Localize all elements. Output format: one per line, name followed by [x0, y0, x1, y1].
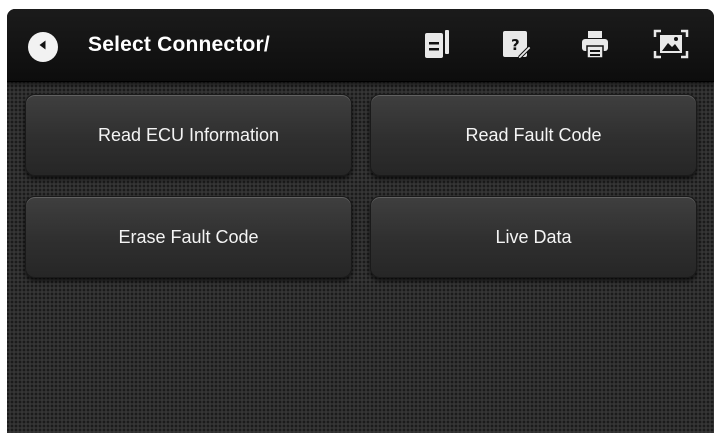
help-icon: ?: [500, 28, 532, 65]
button-label: Read Fault Code: [465, 124, 602, 145]
read-ecu-information-button[interactable]: Read ECU Information: [25, 94, 352, 176]
live-data-button[interactable]: Live Data: [370, 196, 697, 278]
print-button[interactable]: [577, 28, 613, 64]
button-label: Erase Fault Code: [118, 226, 259, 247]
read-fault-code-button[interactable]: Read Fault Code: [370, 94, 697, 176]
erase-fault-code-button[interactable]: Erase Fault Code: [25, 196, 352, 278]
svg-text:?: ?: [511, 36, 520, 54]
document-icon: [422, 28, 452, 65]
header-bar: Select Connector/ ?: [7, 9, 714, 82]
print-icon: [579, 28, 611, 65]
screenshot-button[interactable]: [653, 28, 689, 64]
back-icon: [36, 38, 50, 57]
button-label: Live Data: [495, 226, 572, 247]
document-button[interactable]: [419, 28, 455, 64]
help-button[interactable]: ?: [498, 28, 534, 64]
button-label: Read ECU Information: [97, 124, 280, 145]
app-screen: Select Connector/ ? Read ECU Information…: [7, 9, 714, 433]
page-title: Select Connector/: [88, 33, 270, 56]
screenshot-icon: [653, 28, 689, 65]
back-button[interactable]: [28, 32, 58, 62]
